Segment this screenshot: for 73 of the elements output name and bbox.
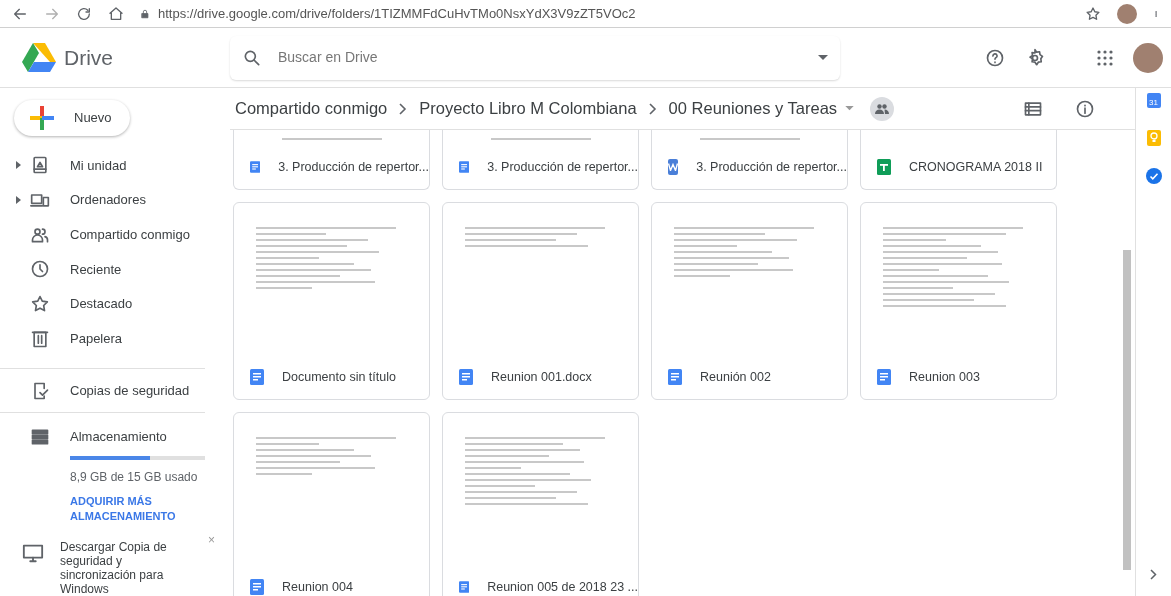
spreadsheet-icon [877,159,891,175]
document-icon [459,369,473,385]
storage-item[interactable]: Almacenamiento [0,425,230,449]
clock-icon [30,259,50,280]
search-field[interactable]: Buscar en Drive [230,35,840,80]
dropdown-caret-icon[interactable] [845,106,855,111]
address-bar[interactable]: https://drive.google.com/drive/folders/1TIZMMFdCuHvTMo0NsxYdX3V9zZT5VOc2 [158,3,636,24]
file-name: Reunion 004 [282,578,353,596]
expand-caret-icon[interactable] [16,196,21,205]
file-name: CRONOGRAMA 2018 II [909,158,1043,176]
sidebar-item[interactable]: Compartido conmigo [0,217,230,253]
promo-text: Descargar Copia de seguridad y sincronización para Windows [60,540,168,596]
breadcrumb-item[interactable]: Proyecto Libro M Colombiana [419,96,637,121]
document-icon [250,159,261,175]
scrollbar-thumb[interactable] [1123,250,1131,570]
file-card[interactable]: Reunion 003 [860,202,1057,400]
new-button[interactable]: Nuevo [14,100,130,137]
file-card[interactable]: Reunion 005 de 2018 23 ... [442,412,639,596]
chevron-right-icon[interactable] [1150,569,1157,580]
file-name: 3. Producción de repertor... [278,158,429,176]
file-card[interactable]: 3. Producción de repertor... [233,130,430,190]
file-name: 3. Producción de repertor... [696,158,847,176]
drive-icon [30,155,50,176]
monitor-icon [22,542,44,564]
breadcrumb-item[interactable]: Compartido conmigo [235,96,388,121]
file-name: Reunion 003 [909,368,980,386]
avatar[interactable] [1117,3,1137,24]
expand-caret-icon[interactable] [16,161,21,170]
star-icon[interactable] [1085,5,1101,22]
buy-storage-link[interactable]: ADQUIRIR MÁS ALMACENAMIENTO [70,494,190,524]
drive-logo-icon[interactable] [22,42,56,73]
sidebar-item[interactable]: Mi unidad [0,148,230,183]
chevron-right-icon [648,102,657,115]
app-title: Drive [64,44,113,71]
file-card[interactable]: Reunion 004 [233,412,430,596]
account-avatar[interactable] [1133,42,1163,73]
shared-folder-icon [870,96,895,121]
document-icon [668,369,682,385]
file-card[interactable]: 3. Producción de repertor... [442,130,639,190]
plus-icon [30,106,54,130]
help-icon[interactable] [985,47,1005,68]
file-name: Reunion 005 de 2018 23 ... [487,578,638,596]
file-card[interactable]: CRONOGRAMA 2018 II [860,130,1057,190]
chevron-right-icon [399,102,408,115]
file-card[interactable]: Reunion 001.docx [442,202,639,400]
document-icon [877,369,891,385]
calendar-icon[interactable]: 31 [1146,93,1161,108]
document-icon [250,579,264,595]
dropdown-caret-icon[interactable] [818,54,828,61]
info-icon[interactable] [1075,98,1095,119]
document-icon [459,159,470,175]
breadcrumb-item[interactable]: 00 Reuniones y Tareas [668,96,838,121]
file-name: Reunion 001.docx [491,368,592,386]
sidebar-item[interactable]: Papelera [0,321,230,357]
file-card[interactable]: 3. Producción de repertor... [651,130,848,190]
sidebar-item[interactable]: Reciente [0,252,230,287]
file-name: Documento sin título [282,368,396,386]
reload-icon[interactable] [76,5,92,22]
apps-grid-icon[interactable] [1097,49,1113,66]
home-icon[interactable] [108,5,124,22]
file-card[interactable]: Documento sin título [233,202,430,400]
sidebar-item[interactable]: Copias de seguridad [0,377,230,405]
file-card[interactable]: Reunión 002 [651,202,848,400]
sidebar-item[interactable]: Ordenadores [0,182,230,218]
storage-usage: 8,9 GB de 15 GB usado [70,469,199,486]
document-icon [459,579,470,595]
document-icon [250,369,264,385]
word-file-icon [668,159,679,175]
file-name: Reunión 002 [700,368,771,386]
lock-icon [140,7,150,20]
file-name: 3. Producción de repertor... [487,158,638,176]
sidebar-item[interactable]: Destacado [0,286,230,322]
check-circle-icon[interactable] [1145,168,1162,184]
